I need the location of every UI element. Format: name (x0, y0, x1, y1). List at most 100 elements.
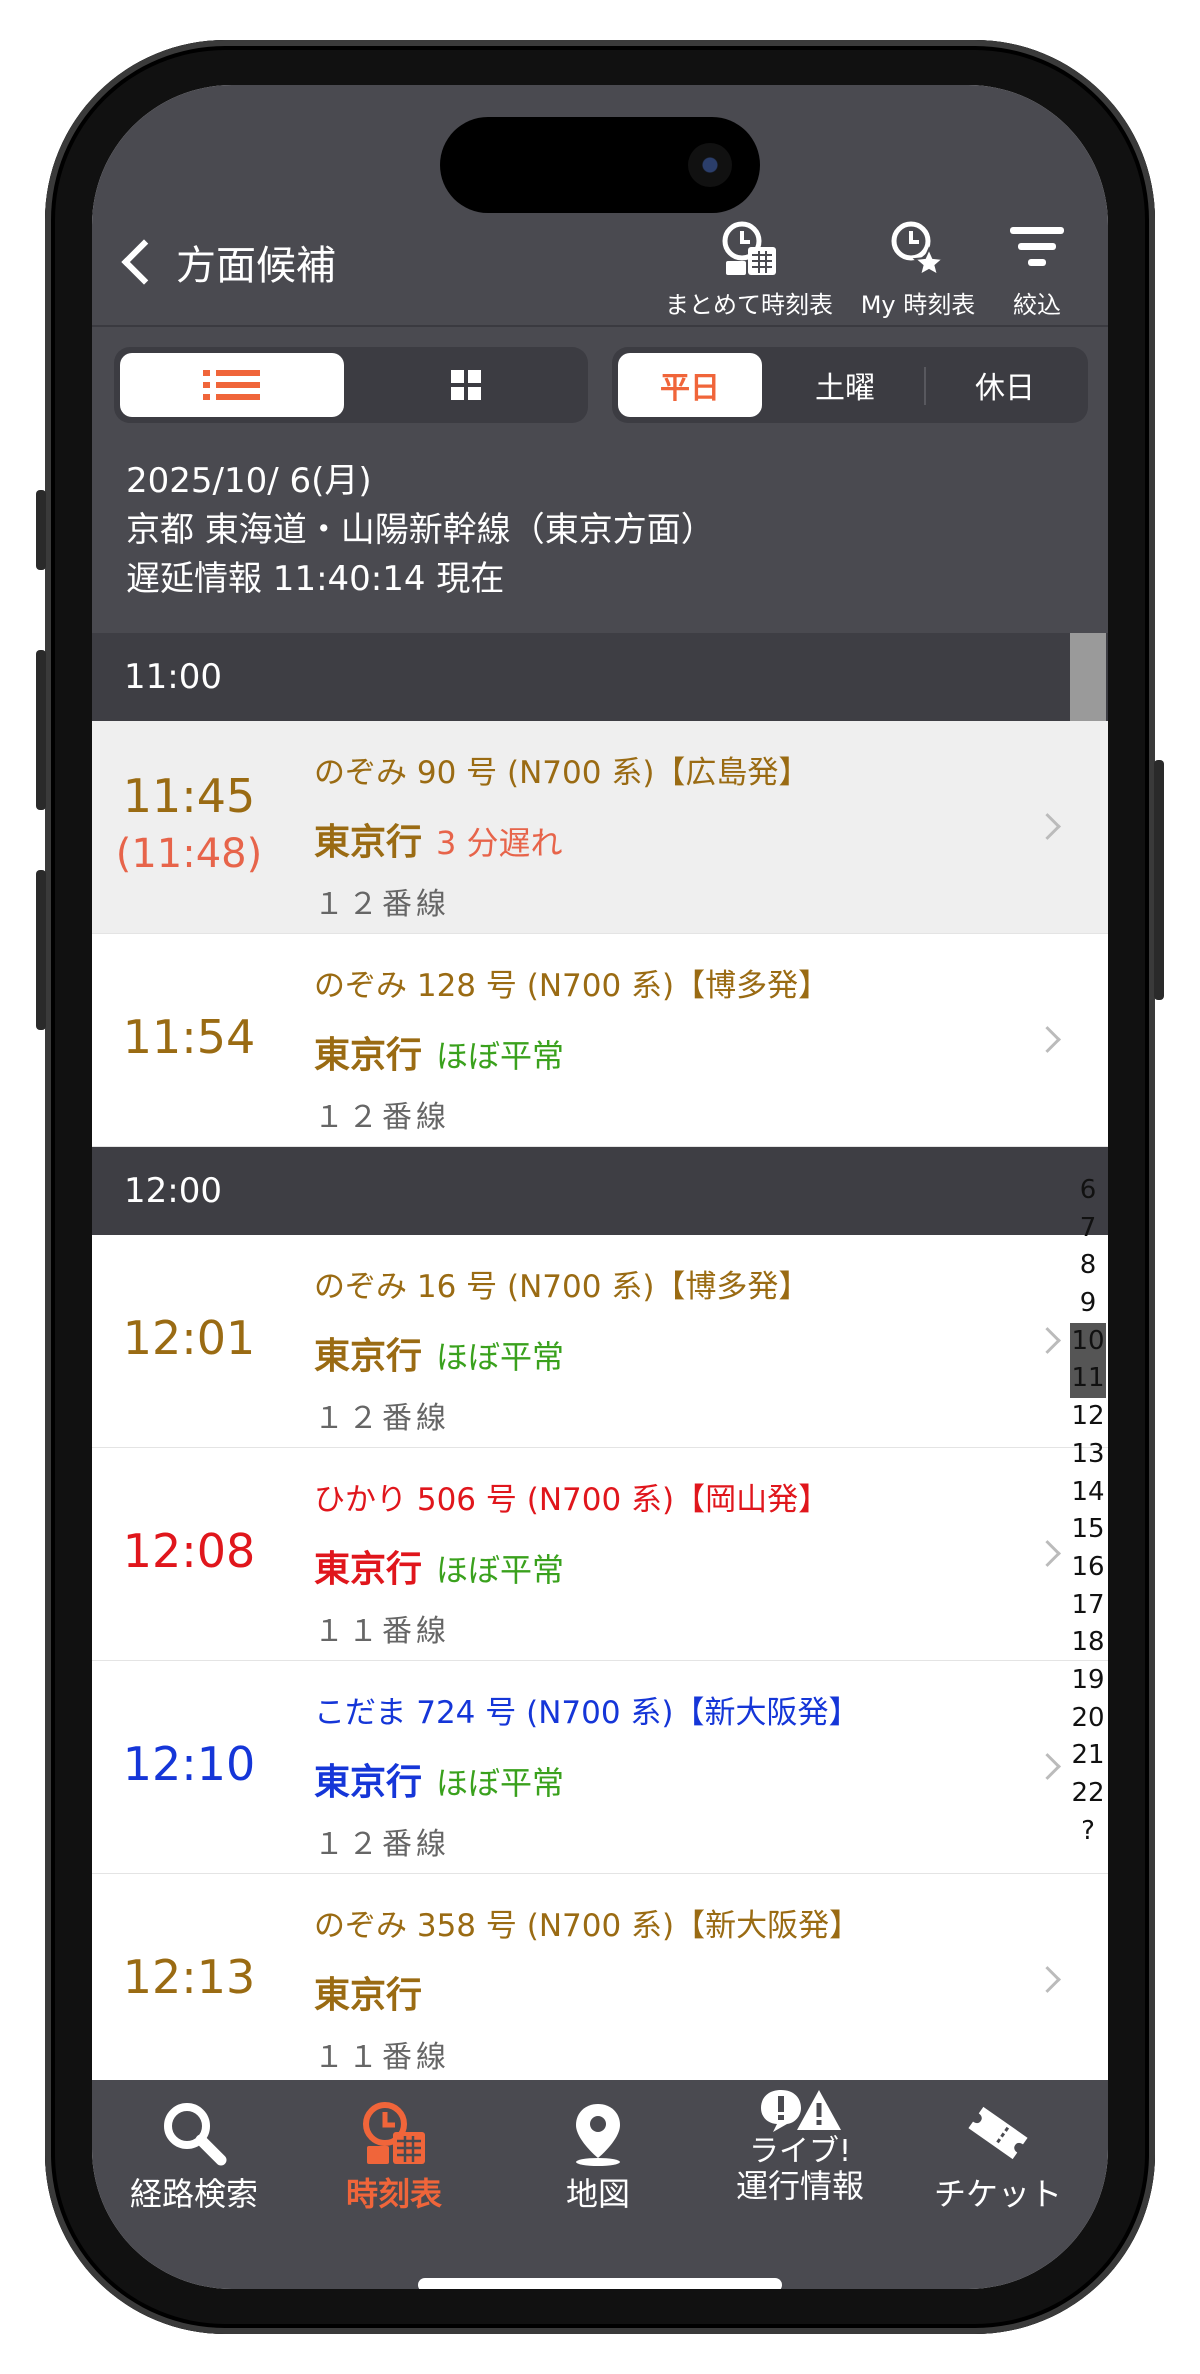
chevron-right-icon (1034, 1327, 1061, 1354)
train-row[interactable]: 12:08 ひかり 506 号 (N700 系)【岡山発】 東京行 ほぼ平常 １１… (92, 1448, 1108, 1661)
train-row[interactable]: 12:13 のぞみ 358 号 (N700 系)【新大阪発】 東京行 １１番線 (92, 1874, 1108, 2087)
hour-index-item[interactable]: 13 (1070, 1436, 1106, 1474)
destination-label: 東京行 (314, 1975, 423, 2016)
list-icon (203, 370, 260, 400)
train-name: のぞみ 90 号 (N700 系)【広島発】 (314, 755, 810, 791)
tab-map-label: 地図 (565, 2175, 630, 2213)
departure-time: 12:08 (122, 1524, 256, 1578)
grid-view-button[interactable] (350, 353, 582, 417)
hour-index-item[interactable]: 9 (1070, 1285, 1106, 1323)
train-row[interactable]: 12:10 こだま 724 号 (N700 系)【新大阪発】 東京行 ほぼ平常 １… (92, 1661, 1108, 1874)
train-name: のぞみ 128 号 (N700 系)【博多発】 (314, 968, 830, 1004)
destination-label: 東京行 (314, 822, 423, 863)
chevron-right-icon (1034, 1026, 1061, 1053)
hour-index-item[interactable]: 8 (1070, 1247, 1106, 1285)
volume-up-button (36, 650, 46, 810)
track-number: １１番線 (314, 2040, 450, 2075)
train-name: こだま 724 号 (N700 系)【新大阪発】 (314, 1695, 860, 1731)
departure-time: 12:10 (122, 1737, 256, 1791)
view-toggle (114, 347, 588, 423)
track-number: １２番線 (314, 1100, 450, 1135)
tab-saturday[interactable]: 土曜 (770, 353, 920, 417)
combined-timetable-label: まとめて時刻表 (665, 291, 833, 319)
date-text: 2025/10/ 6(月) (126, 461, 372, 501)
hour-index-item[interactable]: 7 (1070, 1210, 1106, 1248)
hour-index-item[interactable]: 14 (1070, 1474, 1106, 1512)
train-row[interactable]: 12:01 のぞみ 16 号 (N700 系)【博多発】 東京行 ほぼ平常 １２番… (92, 1235, 1108, 1448)
search-icon (164, 2103, 227, 2166)
train-name: のぞみ 16 号 (N700 系)【博多発】 (314, 1269, 810, 1305)
tab-holiday-label: 休日 (975, 371, 1035, 406)
chevron-left-icon (121, 239, 167, 285)
hour-index-item[interactable]: 18 (1070, 1624, 1106, 1662)
destination-label: 東京行 (314, 1549, 423, 1590)
departure-time: 11:45 (122, 769, 256, 823)
scrollbar[interactable] (1070, 633, 1106, 721)
train-row[interactable]: 11:54 のぞみ 128 号 (N700 系)【博多発】 東京行 ほぼ平常 １２… (92, 934, 1108, 1147)
tab-weekday-label: 平日 (660, 371, 720, 406)
power-button (1154, 760, 1164, 1000)
tab-route-search-label: 経路検索 (129, 2175, 258, 2213)
combined-timetable-button[interactable]: まとめて時刻表 (654, 217, 844, 320)
tab-live-info[interactable]: ライブ! 運行情報 (700, 2086, 900, 2204)
filter-button[interactable]: 絞込 (982, 217, 1092, 320)
my-timetable-icon (891, 221, 946, 278)
combined-timetable-icon (722, 221, 776, 275)
hour-index-item[interactable]: 12 (1070, 1398, 1106, 1436)
tab-separator (924, 367, 926, 405)
filter-label: 絞込 (1013, 291, 1061, 319)
track-number: １１番線 (314, 1614, 450, 1649)
hour-index-item[interactable]: 15 (1070, 1511, 1106, 1549)
train-name: のぞみ 358 号 (N700 系)【新大阪発】 (314, 1908, 861, 1944)
hour-index-item[interactable]: 10 (1070, 1322, 1106, 1361)
status-text: ほぼ平常 (436, 1764, 565, 1802)
tab-live-info-label-line1: ライブ! (748, 2134, 852, 2169)
actual-departure-time: (11:48) (115, 831, 263, 877)
train-row[interactable]: 11:45 (11:48) のぞみ 90 号 (N700 系)【広島発】 東京行… (92, 721, 1108, 934)
tab-timetable[interactable]: 時刻表 (294, 2098, 494, 2212)
timetable-info: 2025/10/ 6(月) 京都 東海道・山陽新幹線（東京方面） 遅延情報 11… (126, 457, 715, 604)
track-number: １２番線 (314, 1401, 450, 1436)
hour-header: 11:00 (92, 633, 1108, 721)
tab-route-search[interactable]: 経路検索 (94, 2098, 294, 2212)
tab-map[interactable]: 地図 (498, 2098, 698, 2212)
departure-time: 12:13 (122, 1950, 256, 2004)
screen: 方面候補 まとめて時刻表 My 時刻表 絞込 平日 土曜 休日 2025/10/… (92, 85, 1108, 2289)
status-text: ほぼ平常 (436, 1551, 565, 1589)
hour-index-item[interactable]: 22 (1070, 1775, 1106, 1813)
list-view-button[interactable] (120, 353, 344, 417)
ticket-icon (968, 2106, 1028, 2160)
hour-index-item[interactable]: 17 (1070, 1587, 1106, 1625)
tab-ticket[interactable]: チケット (898, 2098, 1098, 2212)
station-line-text: 京都 東海道・山陽新幹線（東京方面） (126, 510, 715, 550)
departure-time: 12:01 (122, 1311, 256, 1365)
tab-holiday[interactable]: 休日 (930, 353, 1080, 417)
hour-index-item[interactable]: 11 (1070, 1360, 1106, 1399)
tab-live-info-label-line2: 運行情報 (735, 2167, 864, 2205)
destination-label: 東京行 (314, 1035, 423, 1076)
hour-index-item[interactable]: ? (1070, 1813, 1106, 1851)
status-text: 3 分遅れ (436, 824, 563, 862)
back-button[interactable]: 方面候補 (114, 233, 336, 291)
track-number: １２番線 (314, 887, 450, 922)
hour-index-item[interactable]: 19 (1070, 1662, 1106, 1700)
hour-index-item[interactable]: 20 (1070, 1700, 1106, 1738)
my-timetable-button[interactable]: My 時刻表 (848, 217, 988, 320)
dynamic-island (440, 117, 760, 213)
tab-weekday[interactable]: 平日 (618, 353, 762, 417)
hour-header: 12:00 (92, 1147, 1108, 1235)
destination: 東京行 ほぼ平常 (314, 1753, 564, 1805)
hour-index-item[interactable]: 16 (1070, 1549, 1106, 1587)
map-pin-icon (576, 2104, 620, 2166)
tab-saturday-label: 土曜 (815, 371, 875, 406)
hour-index-item[interactable]: 21 (1070, 1737, 1106, 1775)
chevron-right-icon (1034, 1966, 1061, 1993)
mute-switch (36, 490, 46, 570)
hour-index-item[interactable]: 6 (1070, 1172, 1106, 1210)
destination: 東京行 ほぼ平常 (314, 1026, 564, 1078)
home-indicator[interactable] (418, 2278, 782, 2289)
destination: 東京行 ほぼ平常 (314, 1540, 564, 1592)
filter-icon (1010, 227, 1064, 266)
chevron-right-icon (1034, 1540, 1061, 1567)
destination: 東京行 3 分遅れ (314, 813, 563, 865)
